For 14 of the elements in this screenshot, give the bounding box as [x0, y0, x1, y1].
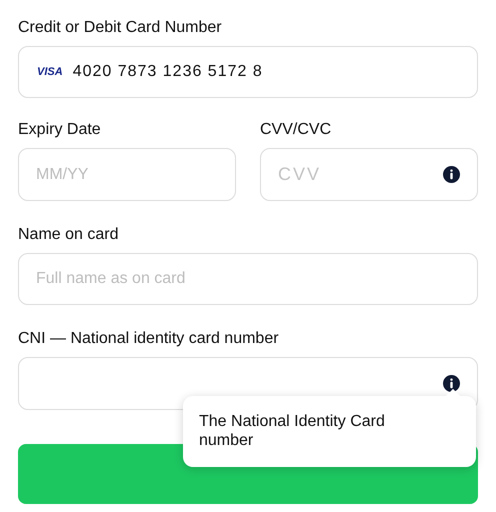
field-label: Expiry Date [18, 120, 102, 140]
tooltip-text: The National Identity Card number [199, 412, 386, 450]
card-number-value: 4020 7873 1236 5172 8 [72, 60, 459, 84]
card-number-field[interactable]: VISA 4020 7873 1236 5172 8 [18, 46, 478, 98]
card-brand-logo: VISA [37, 64, 63, 80]
name-field[interactable]: Full name as on card [18, 253, 478, 305]
expiry-field[interactable]: MM/YY [18, 148, 236, 201]
field-label: Name on card [18, 225, 120, 245]
info-icon[interactable] [443, 375, 460, 392]
info-icon[interactable] [443, 166, 460, 183]
field-label: Credit or Debit Card Number [18, 18, 223, 38]
cvv-field[interactable]: CVV [260, 148, 478, 201]
field-label: CVV/CVC [260, 120, 332, 140]
field-label: CNI — National identity card number [18, 329, 280, 349]
